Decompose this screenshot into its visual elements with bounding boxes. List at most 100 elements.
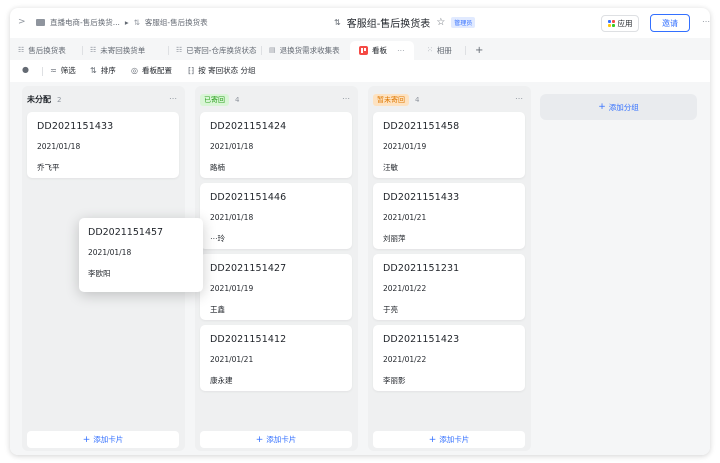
admin-badge: 管理员 bbox=[451, 17, 476, 28]
tab-unreturned-orders[interactable]: ☷ 未寄回换货单 bbox=[90, 42, 145, 58]
add-group-button[interactable]: + 添加分组 bbox=[540, 94, 697, 120]
kanban-card[interactable]: DD2021151412 2021/01/21 康永建 bbox=[200, 325, 352, 391]
card-date: 2021/01/21 bbox=[210, 355, 254, 364]
add-card-button[interactable]: + 添加卡片 bbox=[27, 431, 179, 448]
breadcrumb: 直播电商-售后换货... ▸ ⇅ 客服组-售后换货表 bbox=[36, 17, 208, 28]
more-icon[interactable]: ⋯ bbox=[702, 17, 710, 26]
plus-icon: + bbox=[428, 434, 437, 445]
tab-kanban[interactable]: 看板 ⋯ bbox=[350, 41, 414, 60]
sheet-icon: ⇅ bbox=[133, 18, 140, 27]
top-bar: > 直播电商-售后换货... ▸ ⇅ 客服组-售后换货表 ⇅ 客服组-售后换货表… bbox=[10, 8, 710, 38]
column-count: 2 bbox=[57, 95, 62, 104]
column-header: 未分配 2 bbox=[27, 94, 61, 105]
apps-icon-dot bbox=[607, 20, 611, 23]
form-view-icon: ▤ bbox=[269, 46, 276, 54]
kanban-card[interactable]: DD2021151458 2021/01/19 汪敏 bbox=[373, 112, 525, 178]
tab-label: 相册 bbox=[436, 45, 452, 55]
card-date: 2021/01/18 bbox=[88, 248, 132, 257]
grid-view-icon: ☷ bbox=[18, 46, 25, 54]
add-card-button[interactable]: + 添加卡片 bbox=[200, 431, 352, 448]
kanban-card[interactable]: DD2021151231 2021/01/22 于亮 bbox=[373, 254, 525, 320]
members-button[interactable]: ● bbox=[22, 65, 29, 74]
card-order-id: DD2021151433 bbox=[37, 121, 114, 132]
tab-divider bbox=[168, 46, 169, 55]
tab-divider bbox=[261, 46, 262, 55]
kanban-card[interactable]: DD2021151424 2021/01/18 路楠 bbox=[200, 112, 352, 178]
add-card-label: 添加卡片 bbox=[266, 435, 297, 444]
add-view-button[interactable]: + bbox=[475, 42, 483, 58]
card-customer-name: ⋯玲 bbox=[210, 234, 225, 243]
group-by-button[interactable]: ⁅⁆ 按 寄回状态 分组 bbox=[188, 65, 256, 76]
card-customer-name: 汪敏 bbox=[383, 163, 398, 172]
column-title: 未分配 bbox=[27, 95, 51, 104]
kanban-card[interactable]: DD2021151433 2021/01/18 乔飞平 bbox=[27, 112, 179, 178]
document-title[interactable]: 客服组-售后换货表 bbox=[347, 15, 431, 30]
invite-button[interactable]: 邀请 bbox=[650, 14, 690, 32]
card-order-id: DD2021151423 bbox=[383, 334, 460, 345]
card-date: 2021/01/21 bbox=[383, 213, 427, 222]
toolbar-divider bbox=[42, 67, 43, 76]
document-title-area: ⇅ 客服组-售后换货表 ☆ 管理员 bbox=[334, 15, 476, 30]
apps-icon bbox=[607, 20, 615, 27]
breadcrumb-item-sheet[interactable]: 客服组-售后换货表 bbox=[145, 17, 208, 28]
filter-label: 筛选 bbox=[60, 66, 76, 75]
kanban-config-button[interactable]: ◎ 看板配置 bbox=[131, 65, 172, 76]
dragging-kanban-card[interactable]: DD2021151457 2021/01/18 李欧阳 bbox=[79, 218, 203, 292]
folder-icon bbox=[36, 19, 45, 26]
tab-divider bbox=[82, 46, 83, 55]
card-date: 2021/01/22 bbox=[383, 355, 427, 364]
config-label: 看板配置 bbox=[141, 66, 172, 75]
sort-label: 排序 bbox=[100, 66, 116, 75]
plus-icon: + bbox=[255, 434, 264, 445]
kanban-card[interactable]: DD2021151423 2021/01/22 李丽影 bbox=[373, 325, 525, 391]
kanban-column-not-returned: 暂未寄回 4 ⋯ DD2021151458 2021/01/19 汪敏 DD20… bbox=[368, 86, 531, 451]
expand-sidebar-icon[interactable]: > bbox=[18, 17, 26, 27]
grid-view-icon: ☷ bbox=[176, 46, 183, 54]
plus-icon: + bbox=[82, 434, 91, 445]
filter-button[interactable]: ≂ 筛选 bbox=[50, 65, 76, 76]
tab-gallery[interactable]: ⁙ 相册 bbox=[427, 42, 452, 58]
card-order-id: DD2021151458 bbox=[383, 121, 460, 132]
card-order-id: DD2021151457 bbox=[88, 227, 164, 238]
card-customer-name: 李欧阳 bbox=[88, 269, 111, 278]
column-count: 4 bbox=[415, 96, 420, 104]
kanban-view-icon bbox=[359, 46, 368, 55]
card-customer-name: 路楠 bbox=[210, 163, 225, 172]
view-tab-bar: ☷ 售后换货表 ☷ 未寄回换货单 ☷ 已寄回-仓库换货状态 ▤ 退换货需求收集表… bbox=[10, 38, 710, 60]
column-more-icon[interactable]: ⋯ bbox=[169, 94, 177, 103]
breadcrumb-item-folder[interactable]: 直播电商-售后换货... bbox=[50, 17, 120, 28]
column-more-icon[interactable]: ⋯ bbox=[515, 94, 523, 103]
apps-button[interactable]: 应用 bbox=[601, 15, 639, 32]
tab-after-sale-table[interactable]: ☷ 售后换货表 bbox=[18, 42, 66, 58]
gallery-view-icon: ⁙ bbox=[427, 46, 433, 54]
card-customer-name: 乔飞平 bbox=[37, 163, 60, 172]
breadcrumb-separator-icon: ▸ bbox=[124, 18, 129, 27]
card-date: 2021/01/18 bbox=[210, 213, 254, 222]
tab-divider bbox=[465, 46, 466, 55]
kanban-card[interactable]: DD2021151446 2021/01/18 ⋯玲 bbox=[200, 183, 352, 249]
card-customer-name: 王鑫 bbox=[210, 305, 225, 314]
card-order-id: DD2021151231 bbox=[383, 263, 460, 274]
column-more-icon[interactable]: ⋯ bbox=[342, 94, 350, 103]
plus-icon: + bbox=[475, 44, 484, 56]
tab-return-request-form[interactable]: ▤ 退换货需求收集表 bbox=[269, 42, 340, 58]
apps-icon-dot bbox=[611, 24, 615, 27]
tab-returned-warehouse-status[interactable]: ☷ 已寄回-仓库换货状态 bbox=[176, 42, 257, 58]
kanban-card[interactable]: DD2021151433 2021/01/21 刘丽萍 bbox=[373, 183, 525, 249]
kanban-column-returned: 已寄回 4 ⋯ DD2021151424 2021/01/18 路楠 DD202… bbox=[195, 86, 358, 451]
card-order-id: DD2021151412 bbox=[210, 334, 287, 345]
card-order-id: DD2021151424 bbox=[210, 121, 287, 132]
card-order-id: DD2021151427 bbox=[210, 263, 287, 274]
star-icon[interactable]: ☆ bbox=[436, 17, 445, 28]
sort-button[interactable]: ⇅ 排序 bbox=[90, 65, 116, 76]
column-status-tag: 暂未寄回 bbox=[373, 94, 409, 106]
apps-icon-dot bbox=[607, 24, 611, 27]
add-card-label: 添加卡片 bbox=[439, 435, 470, 444]
person-icon: ● bbox=[22, 65, 29, 74]
tab-more-icon[interactable]: ⋯ bbox=[397, 46, 405, 55]
add-card-button[interactable]: + 添加卡片 bbox=[373, 431, 525, 448]
card-date: 2021/01/18 bbox=[210, 142, 254, 151]
app-window: > 直播电商-售后换货... ▸ ⇅ 客服组-售后换货表 ⇅ 客服组-售后换货表… bbox=[10, 8, 710, 455]
sort-icon: ⇅ bbox=[90, 66, 97, 75]
kanban-card[interactable]: DD2021151427 2021/01/19 王鑫 bbox=[200, 254, 352, 320]
